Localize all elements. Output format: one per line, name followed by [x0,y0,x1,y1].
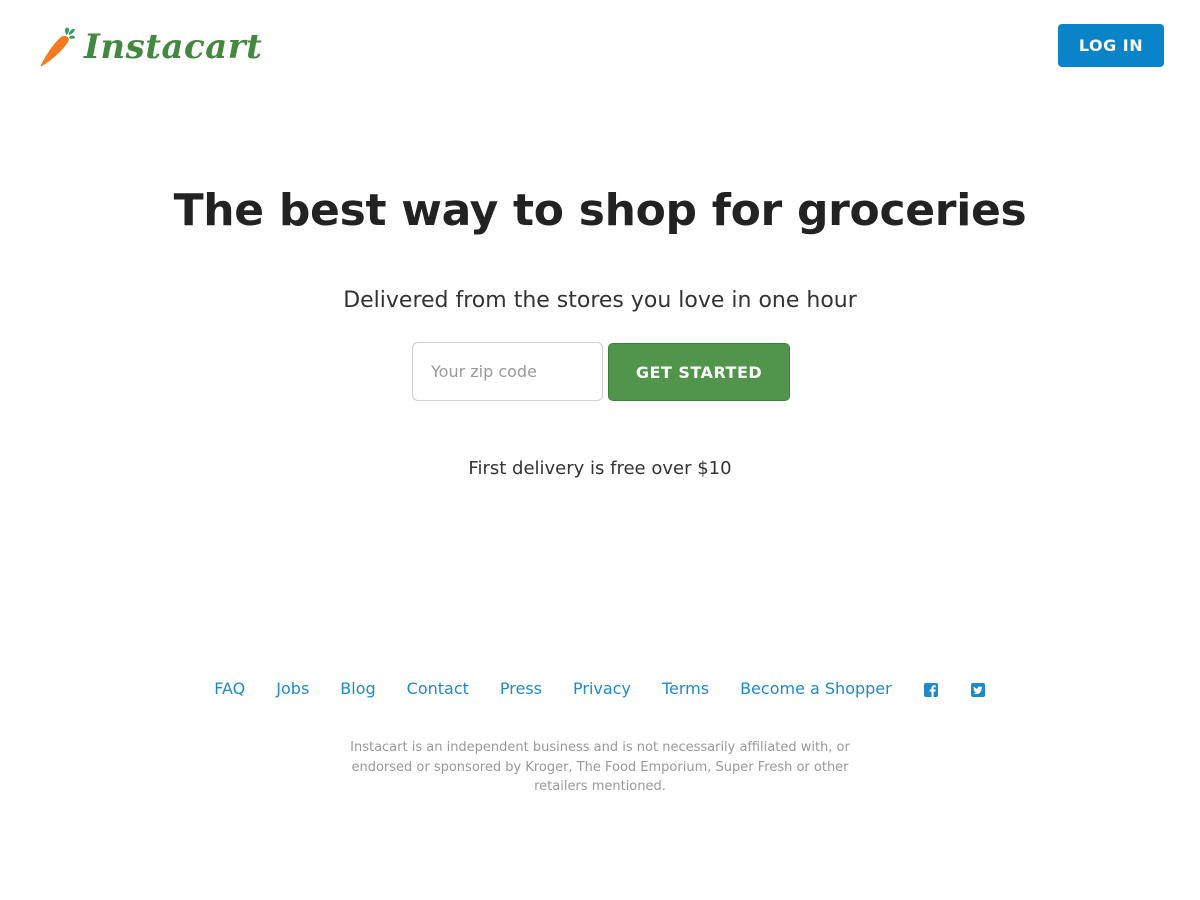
get-started-button[interactable]: GET STARTED [608,343,790,401]
hero-title: The best way to shop for groceries [173,185,1027,236]
footer-link-privacy[interactable]: Privacy [573,676,631,702]
instacart-logo[interactable]: Instacart [40,26,262,68]
carrot-icon [40,27,75,67]
footer-link-blog[interactable]: Blog [340,676,375,702]
zip-code-input[interactable] [412,342,603,401]
facebook-link[interactable] [923,676,939,702]
footer-link-jobs[interactable]: Jobs [276,676,309,702]
footer-link-faq[interactable]: FAQ [214,676,245,702]
legal-disclaimer: Instacart is an independent business and… [350,740,850,794]
footer-link-become-shopper[interactable]: Become a Shopper [740,676,892,702]
free-delivery-note: First delivery is free over $10 [468,458,732,479]
footer-link-press[interactable]: Press [500,676,542,702]
footer-link-contact[interactable]: Contact [407,676,469,702]
footer-nav: FAQ Jobs Blog Contact Press Privacy Term… [0,676,1200,702]
brand-wordmark: Instacart [84,27,263,67]
login-button[interactable]: LOG IN [1058,24,1164,67]
footer-link-terms[interactable]: Terms [662,676,709,702]
twitter-link[interactable] [970,676,986,702]
twitter-icon [970,682,985,697]
hero-subtitle: Delivered from the stores you love in on… [343,288,857,313]
facebook-icon [923,682,938,697]
